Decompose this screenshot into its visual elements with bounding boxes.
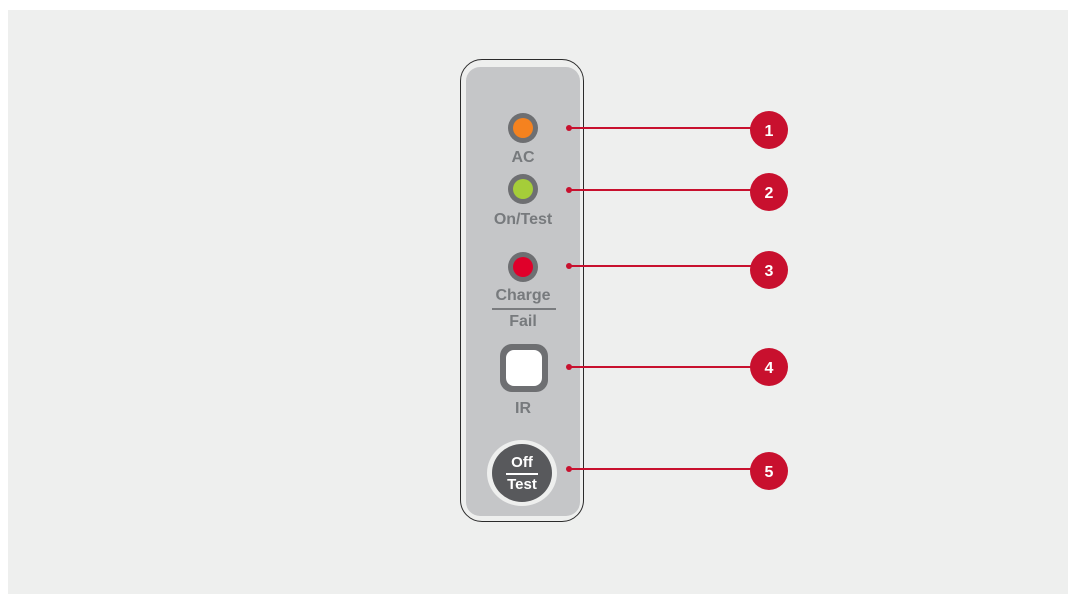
callouts-layer: 1 2 3 4 5 xyxy=(566,111,788,490)
callout-5: 5 xyxy=(566,452,788,490)
callout-number: 1 xyxy=(765,123,774,140)
callout-number: 3 xyxy=(765,263,774,280)
callout-number: 2 xyxy=(765,185,774,202)
callout-2: 2 xyxy=(566,173,788,211)
callout-4: 4 xyxy=(566,348,788,386)
callout-1: 1 xyxy=(566,111,788,149)
callout-dot xyxy=(566,125,572,131)
callout-dot xyxy=(566,187,572,193)
callout-number: 4 xyxy=(765,360,774,377)
callout-dot xyxy=(566,466,572,472)
callout-number: 5 xyxy=(765,464,774,481)
callout-dot xyxy=(566,263,572,269)
callout-dot xyxy=(566,364,572,370)
callout-3: 3 xyxy=(566,251,788,289)
